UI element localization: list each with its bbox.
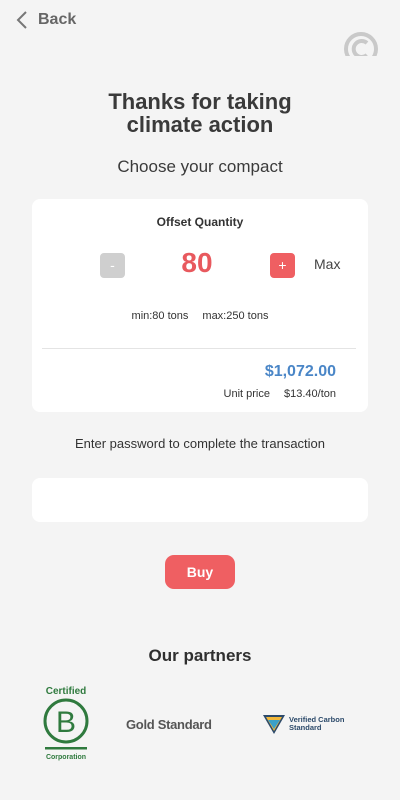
top-bar: Back (0, 0, 400, 56)
max-button[interactable]: Max (314, 256, 340, 272)
chevron-left-icon (16, 11, 27, 29)
unit-price-value: $13.40/ton (284, 388, 336, 400)
title-line-2: climate action (126, 112, 274, 137)
card-divider (42, 348, 356, 349)
title-line-1: Thanks for taking (108, 89, 292, 114)
increment-button[interactable]: + (270, 253, 295, 278)
unit-price-row: Unit price $13.40/ton (224, 388, 336, 400)
vcs-check-icon (263, 715, 285, 734)
min-tons: min:80 tons (131, 310, 189, 322)
bcorp-letter: B (56, 706, 76, 739)
decrement-button[interactable]: - (100, 253, 125, 278)
partners-title: Our partners (148, 646, 252, 665)
gold-standard-logo: Gold Standard (126, 717, 212, 732)
back-button[interactable]: Back (16, 10, 76, 30)
vcs-text: Verified Carbon Standard (289, 716, 359, 732)
max-tons: max:250 tons (202, 310, 269, 322)
back-label: Back (38, 11, 77, 28)
bcorp-corporation-text: Corporation (45, 754, 87, 761)
c-logo-icon (342, 30, 380, 56)
page-subtitle: Choose your compact (117, 157, 283, 176)
bcorp-b-icon: B (43, 698, 89, 750)
quantity-range: min:80 tons max:250 tons (32, 310, 368, 322)
offset-card: Offset Quantity - 80 + Max min:80 tons ma… (32, 199, 368, 412)
vcs-logo: Verified Carbon Standard (262, 713, 359, 735)
offset-quantity-label: Offset Quantity (156, 215, 244, 229)
gold-standard-text: Gold Standard (126, 717, 212, 732)
bcorp-logo: Certified B Corporation (36, 686, 96, 768)
page-title: Thanks for taking climate action (0, 90, 400, 136)
unit-price-label: Unit price (223, 388, 270, 400)
total-price: $1,072.00 (264, 363, 336, 380)
password-input[interactable] (32, 478, 368, 522)
quantity-value: 80 (181, 247, 213, 278)
buy-button[interactable]: Buy (165, 555, 235, 589)
vcs-line-2: Standard (289, 723, 322, 732)
bcorp-certified-text: Certified (45, 686, 87, 697)
password-prompt: Enter password to complete the transacti… (74, 436, 326, 451)
